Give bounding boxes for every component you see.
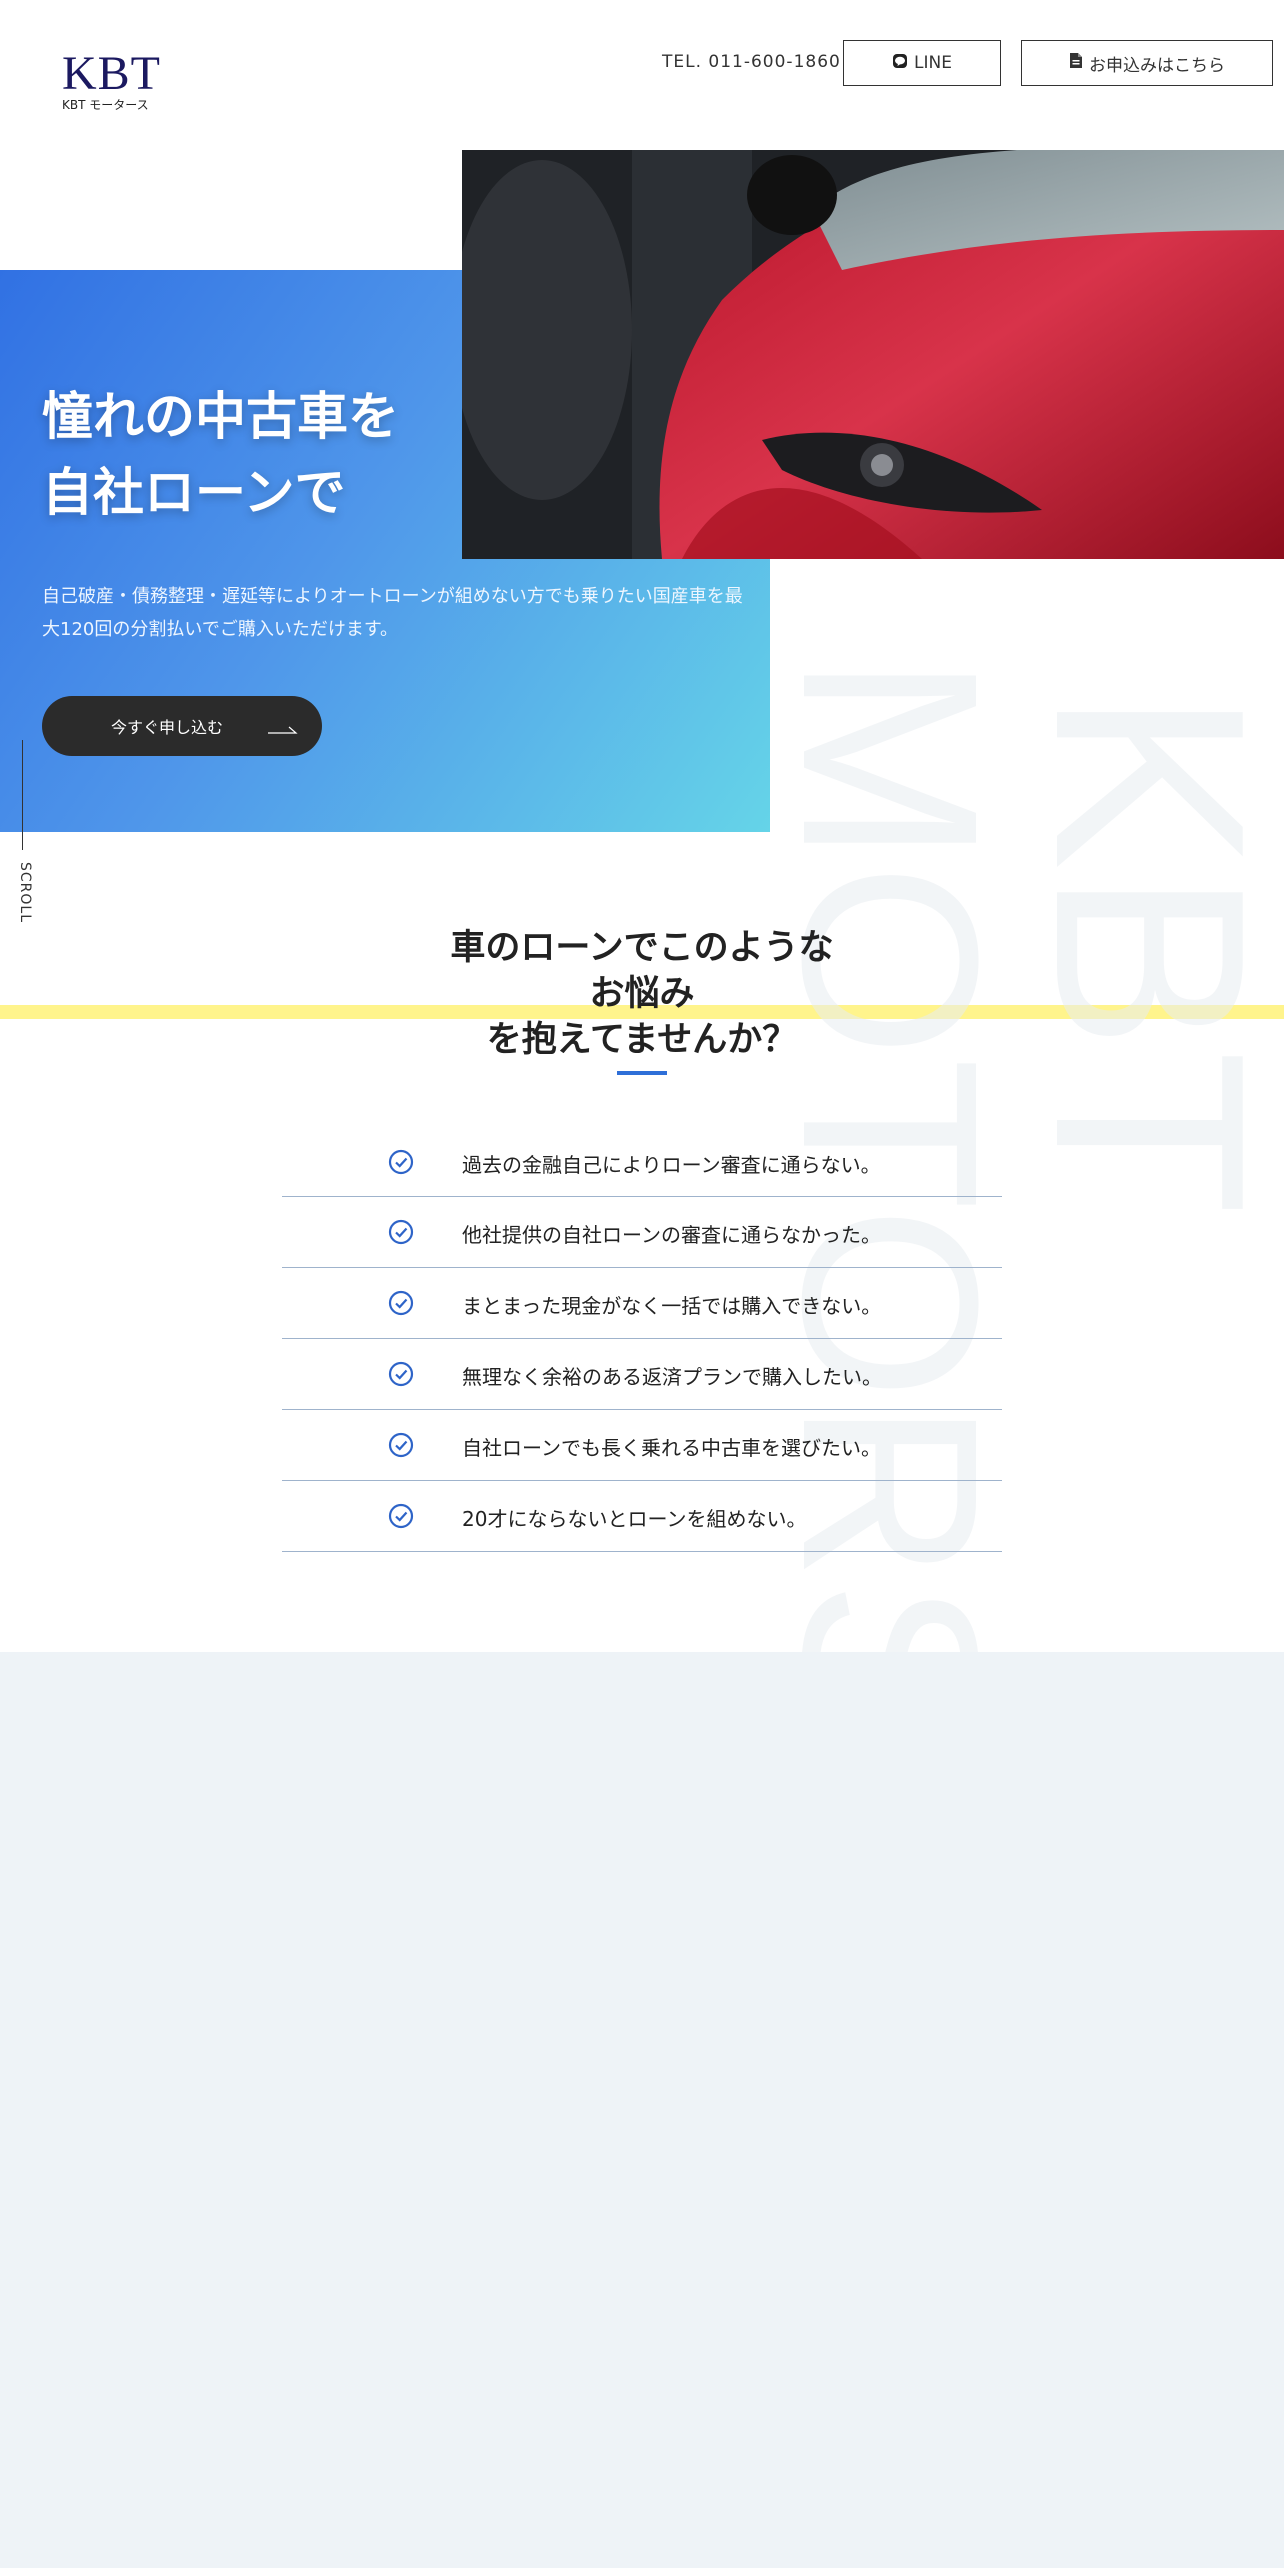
check-circle-icon	[388, 1290, 414, 1320]
apply-now-button[interactable]: 今すぐ申し込む	[42, 696, 322, 756]
highlighted-word: お悩み	[0, 971, 1284, 1019]
document-icon	[1069, 52, 1083, 74]
list-item: 自社ローンでも長く乗れる中古車を選びたい。	[282, 1410, 1002, 1481]
apply-button-label: お申込みはこちら	[1089, 55, 1225, 76]
scroll-indicator-line	[22, 740, 23, 850]
check-circle-icon	[388, 1149, 414, 1179]
scroll-label: SCROLL	[17, 862, 33, 924]
line-button-label: LINE	[914, 53, 952, 73]
concern-text: 他社提供の自社ローンの審査に通らなかった。	[462, 1223, 881, 1247]
hero-title: 憧れの中古車を 自社ローンで	[42, 380, 482, 532]
concerns-heading: 車のローンでこのような お悩み を抱えてませんか？	[0, 925, 1284, 1063]
concern-text: 無理なく余裕のある返済プランで購入したい。	[462, 1365, 882, 1389]
apply-button[interactable]: お申込みはこちら	[1021, 40, 1273, 86]
concerns-heading-line-2: お悩み を抱えてませんか？	[0, 971, 1284, 1063]
apply-now-label: 今すぐ申し込む	[110, 718, 223, 737]
concern-list: 過去の金融自己によりローン審査に通らない。 他社提供の自社ローンの審査に通らなか…	[282, 1127, 1002, 1552]
arrow-right-icon	[268, 720, 298, 739]
logo-mark: KBT	[62, 47, 161, 100]
phone-number[interactable]: TEL. 011-600-1860	[662, 52, 841, 72]
list-item: 過去の金融自己によりローン審査に通らない。	[282, 1127, 1002, 1197]
line-icon	[892, 53, 908, 74]
check-circle-icon	[388, 1432, 414, 1462]
site-logo[interactable]: KBT KBT モータース	[62, 47, 161, 113]
list-item: 20才にならないとローンを組めない。	[282, 1481, 1002, 1552]
hero-description: 自己破産・債務整理・遅延等によりオートローンが組めない方でも乗りたい国産車を最大…	[42, 586, 743, 640]
list-item: 他社提供の自社ローンの審査に通らなかった。	[282, 1197, 1002, 1268]
concerns-heading-rest: を抱えてませんか？	[486, 1020, 798, 1060]
concerns-heading-line-1: 車のローンでこのような	[450, 928, 834, 968]
hero-title-line-1: 憧れの中古車を	[42, 388, 400, 447]
line-button[interactable]: LINE	[843, 40, 1001, 86]
list-item: 無理なく余裕のある返済プランで購入したい。	[282, 1339, 1002, 1410]
concern-text: 過去の金融自己によりローン審査に通らない。	[462, 1153, 881, 1177]
heading-underline	[617, 1071, 667, 1075]
hero-title-line-2: 自社ローンで	[42, 464, 346, 523]
concern-text: まとまった現金がなく一括では購入できない。	[462, 1294, 882, 1318]
logo-subtext: KBT モータース	[62, 98, 149, 112]
next-section-background	[0, 1652, 1284, 2568]
hero-car-photo	[462, 150, 1284, 559]
check-circle-icon	[388, 1503, 414, 1533]
check-circle-icon	[388, 1361, 414, 1391]
check-circle-icon	[388, 1219, 414, 1249]
list-item: まとまった現金がなく一括では購入できない。	[282, 1268, 1002, 1339]
concern-text: 自社ローンでも長く乗れる中古車を選びたい。	[462, 1436, 881, 1460]
concern-text: 20才にならないとローンを組めない。	[462, 1507, 807, 1531]
